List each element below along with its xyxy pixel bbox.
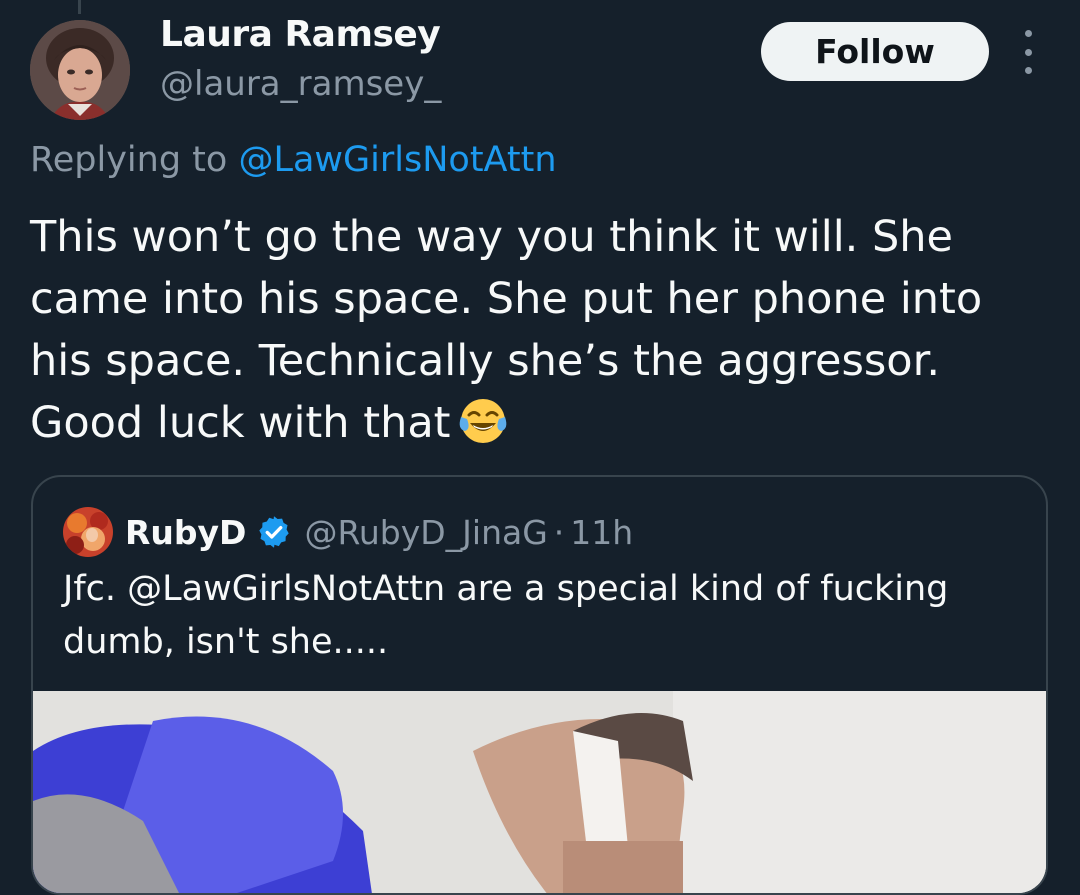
quoted-author-name[interactable]: RubyD [125,513,246,552]
tweet-text-line: This won’t go the way you think it will.… [30,212,953,262]
replying-to-label: Replying to [30,140,228,180]
quoted-author-handle[interactable]: @RubyD_JinaG [304,513,547,552]
avatar-photo [30,20,130,120]
author-avatar[interactable] [30,20,130,120]
quoted-timestamp[interactable]: 11h [570,513,633,552]
replying-to-mention-link[interactable]: @LawGirlsNotAttn [238,140,556,180]
follow-button[interactable]: Follow [761,22,989,81]
author-handle[interactable]: @laura_ramsey_ [160,64,441,104]
tweet-text-line: Good luck with that [30,398,451,448]
tweet-text-line-last: Good luck with that [30,392,1050,454]
quoted-tweet-card[interactable]: RubyD @RubyD_JinaG · 11h Jfc. @LawGirlsN… [31,475,1048,895]
meta-separator: · [553,512,565,552]
more-dot [1024,30,1032,37]
tweet-text-line: his space. Technically she’s the aggress… [30,336,940,386]
tweet-text: This won’t go the way you think it will.… [30,206,1050,454]
quoted-mention-link[interactable]: @LawGirlsNotAttn [127,569,445,609]
video-frame-image [33,691,1046,893]
laughing-tears-emoji-icon [459,399,506,443]
author-name[interactable]: Laura Ramsey [160,14,441,55]
verified-badge-icon [259,516,290,548]
tweet-text-line: came into his space. She put her phone i… [30,274,983,324]
replying-to-line: Replying to @LawGirlsNotAttn [30,140,557,180]
more-dot [1024,67,1032,74]
quoted-author-avatar[interactable] [63,507,113,557]
quoted-text-prefix: Jfc. [63,569,128,609]
more-options-icon[interactable] [1014,30,1042,74]
quoted-tweet-text: Jfc. @LawGirlsNotAttn are a special kind… [63,563,1023,669]
thread-connector-line [78,0,81,14]
more-dot [1024,48,1032,56]
quoted-video-thumbnail[interactable] [33,691,1046,893]
quoted-avatar-image [63,507,113,557]
quoted-tweet-header: RubyD @RubyD_JinaG · 11h [63,507,633,557]
